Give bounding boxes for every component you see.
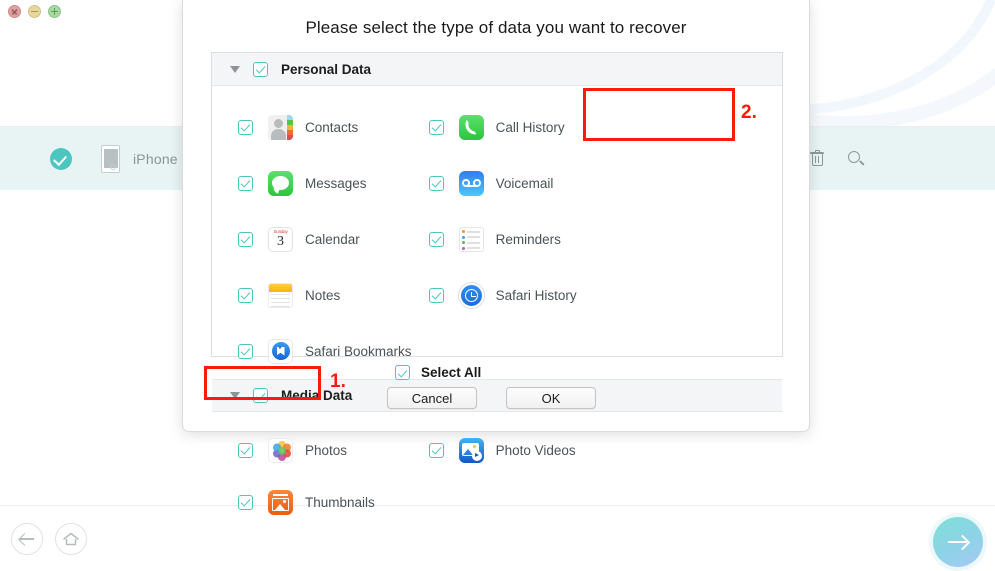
- row-tools: [809, 149, 865, 168]
- safari-history-icon: [458, 282, 484, 308]
- call-history-icon: [458, 114, 484, 140]
- annotation-number-1: 1.: [330, 371, 346, 392]
- dialog-footer: Select All Cancel OK: [183, 357, 809, 431]
- label-contacts: Contacts: [305, 119, 359, 135]
- device-label: iPhone: [133, 150, 178, 167]
- label-reminders: Reminders: [495, 231, 561, 247]
- checkbox-photo-videos[interactable]: [428, 442, 444, 458]
- data-type-panel: Personal Data Contacts Call History Mess…: [211, 52, 783, 515]
- item-thumbnails[interactable]: Thumbnails: [212, 476, 403, 528]
- back-button[interactable]: [11, 523, 43, 555]
- select-all-label: Select All: [421, 365, 482, 380]
- checkbox-photos[interactable]: [238, 442, 253, 458]
- cancel-button[interactable]: Cancel: [387, 387, 477, 409]
- label-voicemail: Voicemail: [495, 175, 554, 191]
- checkbox-voicemail[interactable]: [428, 175, 444, 191]
- calendar-day: 3: [277, 233, 284, 249]
- checkbox-notes[interactable]: [238, 287, 253, 303]
- photos-icon: [268, 437, 293, 463]
- arrow-left-icon: [20, 538, 34, 540]
- item-calendar[interactable]: Sunday 3 Calendar: [212, 211, 403, 267]
- annotation-number-2: 2.: [741, 102, 757, 123]
- checkbox-contacts[interactable]: [238, 119, 253, 135]
- select-all-control[interactable]: Select All: [395, 365, 481, 380]
- calendar-weekday: Sunday: [273, 228, 288, 234]
- app-window: iPhone Please select the type of data yo: [0, 0, 995, 571]
- traffic-lights: [8, 5, 61, 18]
- item-notes[interactable]: Notes: [212, 267, 403, 323]
- personal-data-grid: Contacts Call History Messages Voicemail…: [212, 86, 782, 379]
- checkbox-reminders[interactable]: [428, 231, 444, 247]
- contacts-icon: [268, 114, 293, 140]
- home-button[interactable]: [55, 523, 87, 555]
- photo-videos-icon: [458, 437, 484, 463]
- close-button[interactable]: [8, 5, 21, 18]
- label-thumbnails: Thumbnails: [305, 494, 375, 510]
- label-call-history: Call History: [495, 119, 565, 135]
- item-messages[interactable]: Messages: [212, 155, 403, 211]
- search-icon[interactable]: [847, 150, 865, 168]
- recover-data-dialog: Please select the type of data you want …: [182, 0, 810, 515]
- label-messages: Messages: [305, 175, 367, 191]
- notes-icon: [268, 282, 293, 308]
- arrow-right-icon: [948, 541, 967, 543]
- group-header-personal[interactable]: Personal Data: [212, 53, 782, 86]
- checkbox-call-history[interactable]: [428, 119, 444, 135]
- item-call-history[interactable]: Call History: [403, 99, 594, 155]
- thumbnails-icon: [268, 489, 293, 515]
- checkbox-thumbnails[interactable]: [238, 494, 253, 510]
- iphone-icon: [101, 144, 120, 173]
- checkbox-messages[interactable]: [238, 175, 253, 191]
- trash-icon[interactable]: [809, 149, 827, 168]
- checkbox-select-all[interactable]: [395, 365, 410, 380]
- group-checkbox-personal[interactable]: [253, 61, 268, 77]
- zoom-button[interactable]: [48, 5, 61, 18]
- home-icon: [63, 532, 79, 546]
- label-photo-videos: Photo Videos: [495, 442, 576, 458]
- next-button[interactable]: [933, 517, 983, 567]
- item-safari-history[interactable]: Safari History: [403, 267, 594, 323]
- item-reminders[interactable]: Reminders: [403, 211, 594, 267]
- reminders-icon: [458, 226, 484, 252]
- label-photos: Photos: [305, 442, 348, 458]
- group-label-personal: Personal Data: [281, 61, 372, 77]
- messages-icon: [268, 170, 293, 196]
- item-contacts[interactable]: Contacts: [212, 99, 403, 155]
- item-photos[interactable]: Photos: [212, 424, 403, 476]
- label-notes: Notes: [305, 287, 341, 303]
- item-voicemail[interactable]: Voicemail: [403, 155, 594, 211]
- calendar-icon: Sunday 3: [268, 226, 293, 252]
- dialog-title: Please select the type of data you want …: [305, 18, 687, 37]
- label-calendar: Calendar: [305, 231, 360, 247]
- item-photo-videos[interactable]: Photo Videos: [403, 424, 594, 476]
- checkbox-calendar[interactable]: [238, 231, 253, 247]
- voicemail-icon: [458, 170, 484, 196]
- label-safari-history: Safari History: [495, 287, 577, 303]
- checkbox-safari-history[interactable]: [428, 287, 444, 303]
- chevron-down-icon[interactable]: [230, 65, 240, 73]
- ok-button[interactable]: OK: [506, 387, 596, 409]
- minimize-button[interactable]: [28, 5, 41, 18]
- check-circle-icon: [50, 147, 72, 170]
